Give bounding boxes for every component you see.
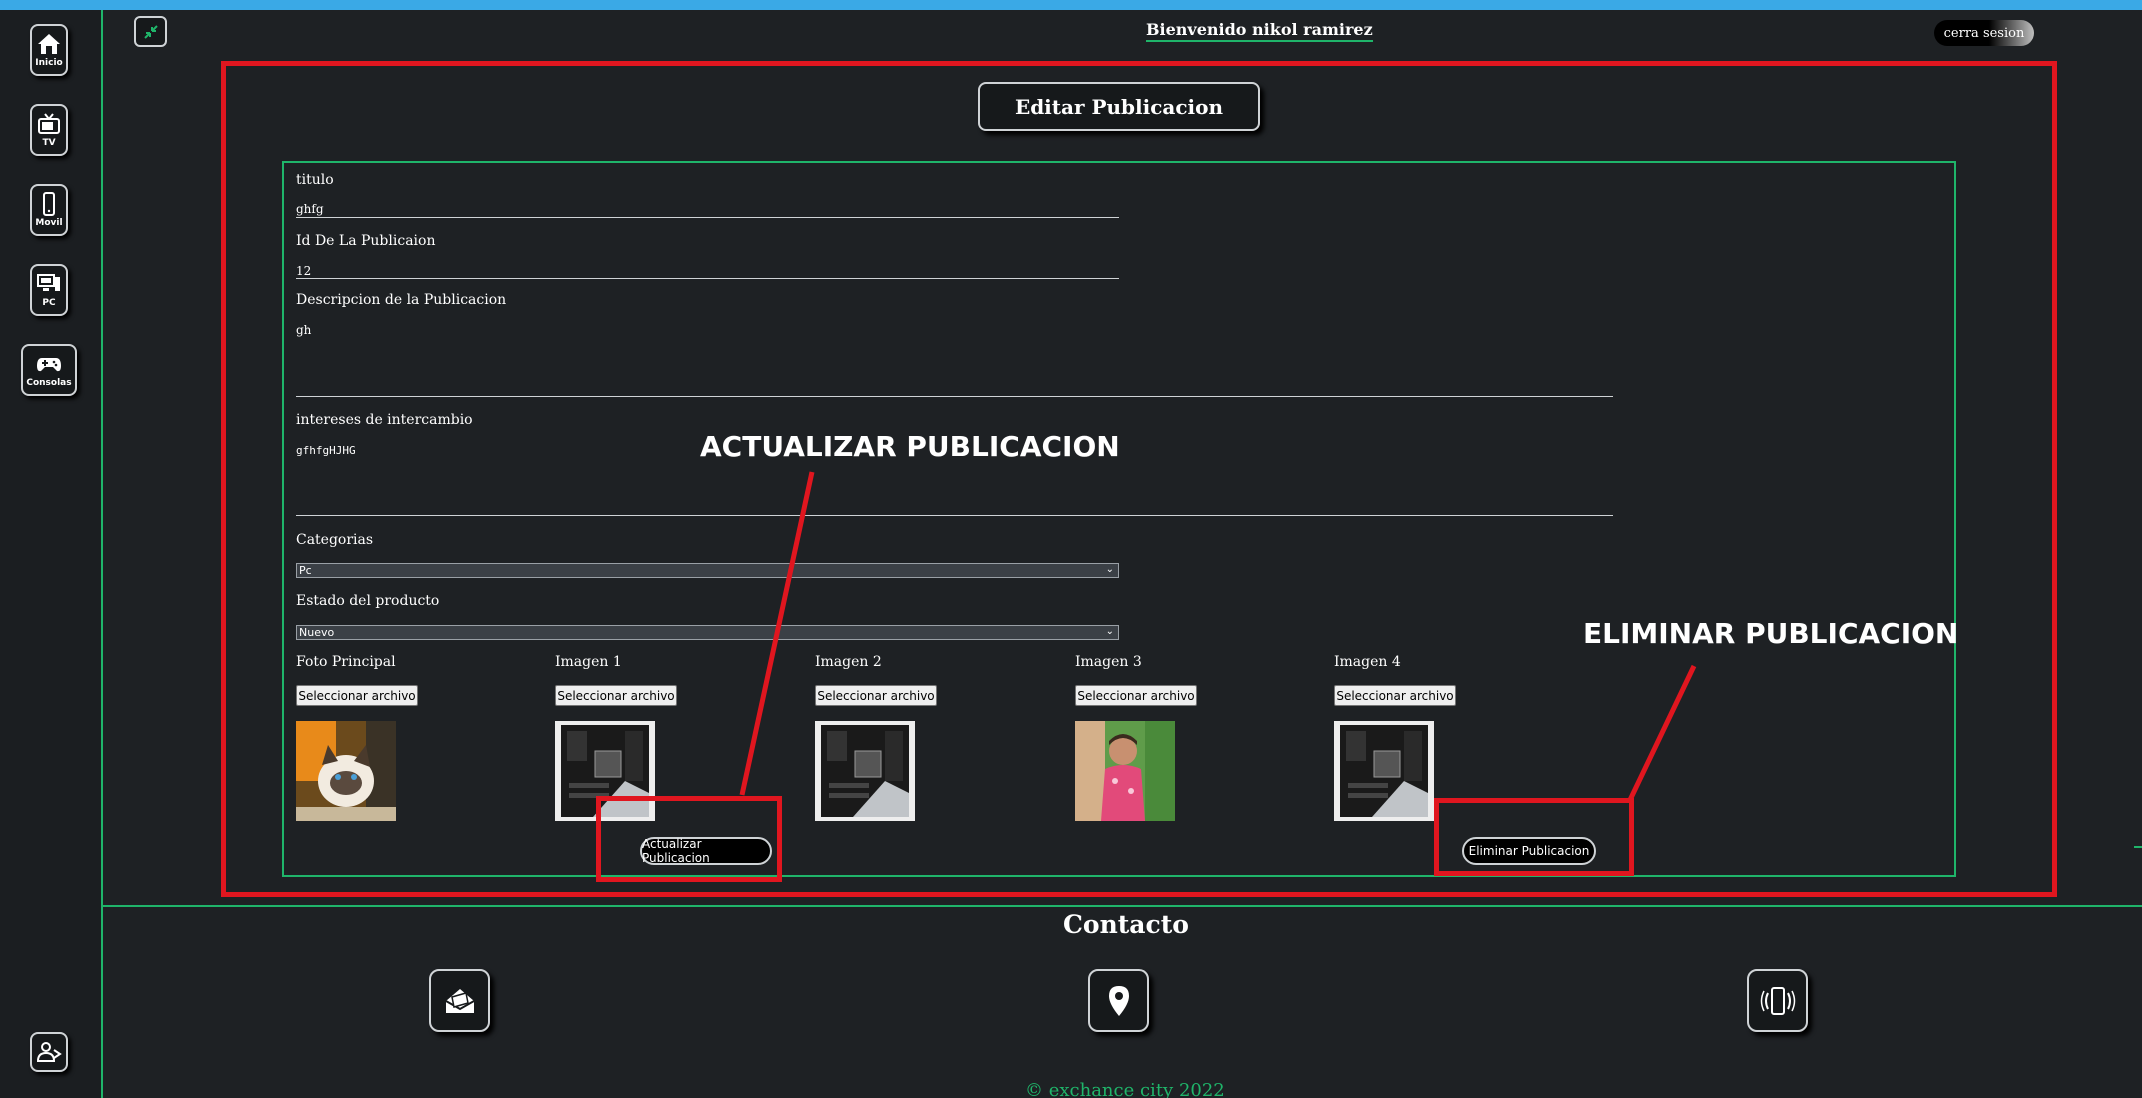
chevron-down-icon: ⌄ xyxy=(1105,564,1114,575)
categorias-label: Categorias xyxy=(296,532,374,548)
chevron-down-icon: ⌄ xyxy=(1105,626,1114,637)
foto-principal-file-button[interactable]: Seleccionar archivo xyxy=(296,685,418,706)
titulo-underline xyxy=(296,217,1119,218)
imagen-1-label: Imagen 1 xyxy=(555,654,622,670)
footer-divider xyxy=(103,905,2142,907)
mail-icon xyxy=(445,988,474,1013)
sidebar-item-label: Consolas xyxy=(26,378,72,388)
descripcion-textarea[interactable]: gh xyxy=(296,323,311,337)
contact-location-button[interactable] xyxy=(1088,969,1149,1032)
imagen-2-file-button[interactable]: Seleccionar archivo xyxy=(815,685,937,706)
titulo-input[interactable]: ghfg xyxy=(296,202,324,216)
estado-label: Estado del producto xyxy=(296,593,440,609)
imagen-2-label: Imagen 2 xyxy=(815,654,882,670)
imagen-4-file-button[interactable]: Seleccionar archivo xyxy=(1334,685,1456,706)
page-title: Editar Publicacion xyxy=(978,82,1260,131)
sidebar: Inicio TV Movil PC Consolas xyxy=(0,10,103,1098)
imagen-3-label: Imagen 3 xyxy=(1075,654,1142,670)
annotation-box-actualizar xyxy=(596,796,782,882)
gamepad-icon xyxy=(37,358,61,372)
categorias-selected: Pc xyxy=(299,564,312,577)
intereses-underline xyxy=(296,515,1613,516)
contact-mail-button[interactable] xyxy=(429,969,490,1032)
intereses-textarea[interactable]: gfhfgHJHG xyxy=(296,444,356,457)
annotation-box-eliminar xyxy=(1434,798,1634,876)
sidebar-item-label: Movil xyxy=(35,218,63,228)
logout-button[interactable]: cerra sesion xyxy=(1934,20,2034,46)
imagen-4-label: Imagen 4 xyxy=(1334,654,1401,670)
copyright-text: © exchance city 2022 xyxy=(1025,1080,1225,1098)
imagen-4-thumbnail xyxy=(1334,721,1434,821)
pc-icon xyxy=(37,274,60,291)
id-label: Id De La Publicaion xyxy=(296,233,436,249)
estado-select[interactable]: Nuevo ⌄ xyxy=(296,625,1119,640)
home-icon xyxy=(38,34,60,54)
user-icon xyxy=(36,1042,62,1062)
location-icon xyxy=(1108,985,1129,1016)
sidebar-item-pc[interactable]: PC xyxy=(30,264,68,316)
welcome-message: Bienvenido nikol ramirez xyxy=(1146,20,1373,42)
tv-icon xyxy=(38,113,60,134)
annotation-eliminar-text: ELIMINAR PUBLICACION xyxy=(1583,617,1959,650)
collapse-sidebar-button[interactable] xyxy=(134,16,167,47)
phone-icon xyxy=(1760,986,1795,1015)
id-underline xyxy=(296,278,1119,279)
mobile-icon xyxy=(43,192,55,216)
sidebar-item-label: Inicio xyxy=(35,58,63,68)
sidebar-item-inicio[interactable]: Inicio xyxy=(30,24,68,76)
sidebar-item-movil[interactable]: Movil xyxy=(30,184,68,236)
categorias-select[interactable]: Pc ⌄ xyxy=(296,563,1119,578)
estado-selected: Nuevo xyxy=(299,626,335,639)
divider xyxy=(2134,846,2142,848)
descripcion-label: Descripcion de la Publicacion xyxy=(296,292,507,308)
sidebar-item-tv[interactable]: TV xyxy=(30,104,68,156)
foto-principal-thumbnail xyxy=(296,721,396,821)
imagen-2-thumbnail xyxy=(815,721,915,821)
collapse-arrows-icon xyxy=(143,24,158,39)
sidebar-item-consolas[interactable]: Consolas xyxy=(21,344,77,396)
descripcion-underline xyxy=(296,396,1613,397)
sidebar-item-label: PC xyxy=(42,298,56,308)
imagen-3-thumbnail xyxy=(1075,721,1175,821)
id-input[interactable]: 12 xyxy=(296,264,311,278)
foto-principal-label: Foto Principal xyxy=(296,654,396,670)
intereses-label: intereses de intercambio xyxy=(296,412,473,428)
imagen-3-file-button[interactable]: Seleccionar archivo xyxy=(1075,685,1197,706)
titulo-label: titulo xyxy=(296,172,334,188)
browser-top-bar xyxy=(0,0,2142,10)
imagen-1-file-button[interactable]: Seleccionar archivo xyxy=(555,685,677,706)
sidebar-item-label: TV xyxy=(42,138,56,148)
contact-phone-button[interactable] xyxy=(1747,969,1808,1032)
user-profile-button[interactable] xyxy=(30,1032,68,1072)
contact-title: Contacto xyxy=(1063,910,1189,939)
annotation-actualizar-text: ACTUALIZAR PUBLICACION xyxy=(700,430,1120,463)
